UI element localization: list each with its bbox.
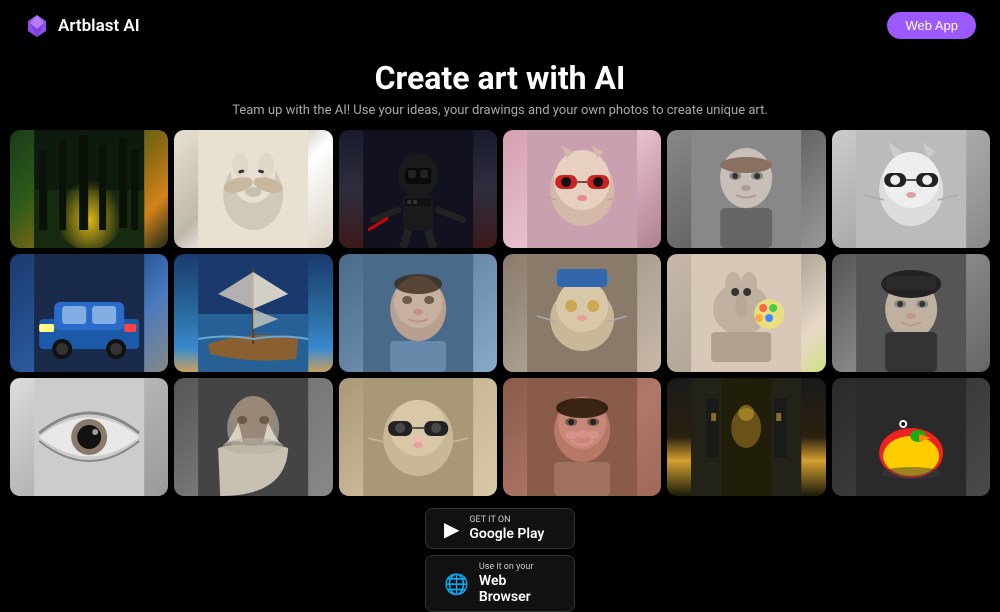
gallery-item[interactable] <box>339 130 497 248</box>
logo-text: Artblast AI <box>58 16 140 36</box>
gallery-item[interactable] <box>667 254 825 372</box>
gallery-item[interactable] <box>10 130 168 248</box>
gallery-item[interactable] <box>174 254 332 372</box>
web-browser-sublabel: Use it on your <box>479 562 556 572</box>
web-browser-button[interactable]: 🌐 Use it on your Web Browser <box>425 555 575 612</box>
google-play-sublabel: GET IT ON <box>469 515 544 525</box>
gallery-item[interactable] <box>10 254 168 372</box>
google-play-button[interactable]: ▶ GET IT ON Google Play <box>425 508 575 549</box>
hero-title: Create art with AI <box>0 59 1000 97</box>
web-browser-icon: 🌐 <box>444 572 469 596</box>
hero-subtitle: Team up with the AI! Use your ideas, you… <box>0 103 1000 118</box>
gallery-item[interactable] <box>339 378 497 496</box>
web-browser-label: Web Browser <box>479 573 556 605</box>
logo-icon <box>24 13 50 39</box>
logo-area: Artblast AI <box>24 13 140 39</box>
google-play-label: Google Play <box>469 526 544 542</box>
gallery-item[interactable] <box>174 378 332 496</box>
gallery-item[interactable] <box>339 254 497 372</box>
gallery-item[interactable] <box>667 130 825 248</box>
gallery-item[interactable] <box>832 378 990 496</box>
bottom-cta: ▶ GET IT ON Google Play 🌐 Use it on your… <box>0 508 1000 612</box>
gallery-item[interactable] <box>832 130 990 248</box>
web-app-button[interactable]: Web App <box>887 12 976 39</box>
gallery-item[interactable] <box>503 378 661 496</box>
google-play-icon: ▶ <box>444 517 459 541</box>
gallery-item[interactable] <box>174 130 332 248</box>
gallery-item[interactable] <box>10 378 168 496</box>
gallery-item[interactable] <box>503 254 661 372</box>
header: Artblast AI Web App <box>0 0 1000 51</box>
gallery-item[interactable] <box>503 130 661 248</box>
gallery-item[interactable] <box>667 378 825 496</box>
gallery-grid <box>0 130 1000 496</box>
gallery-item[interactable] <box>832 254 990 372</box>
hero-section: Create art with AI Team up with the AI! … <box>0 51 1000 130</box>
